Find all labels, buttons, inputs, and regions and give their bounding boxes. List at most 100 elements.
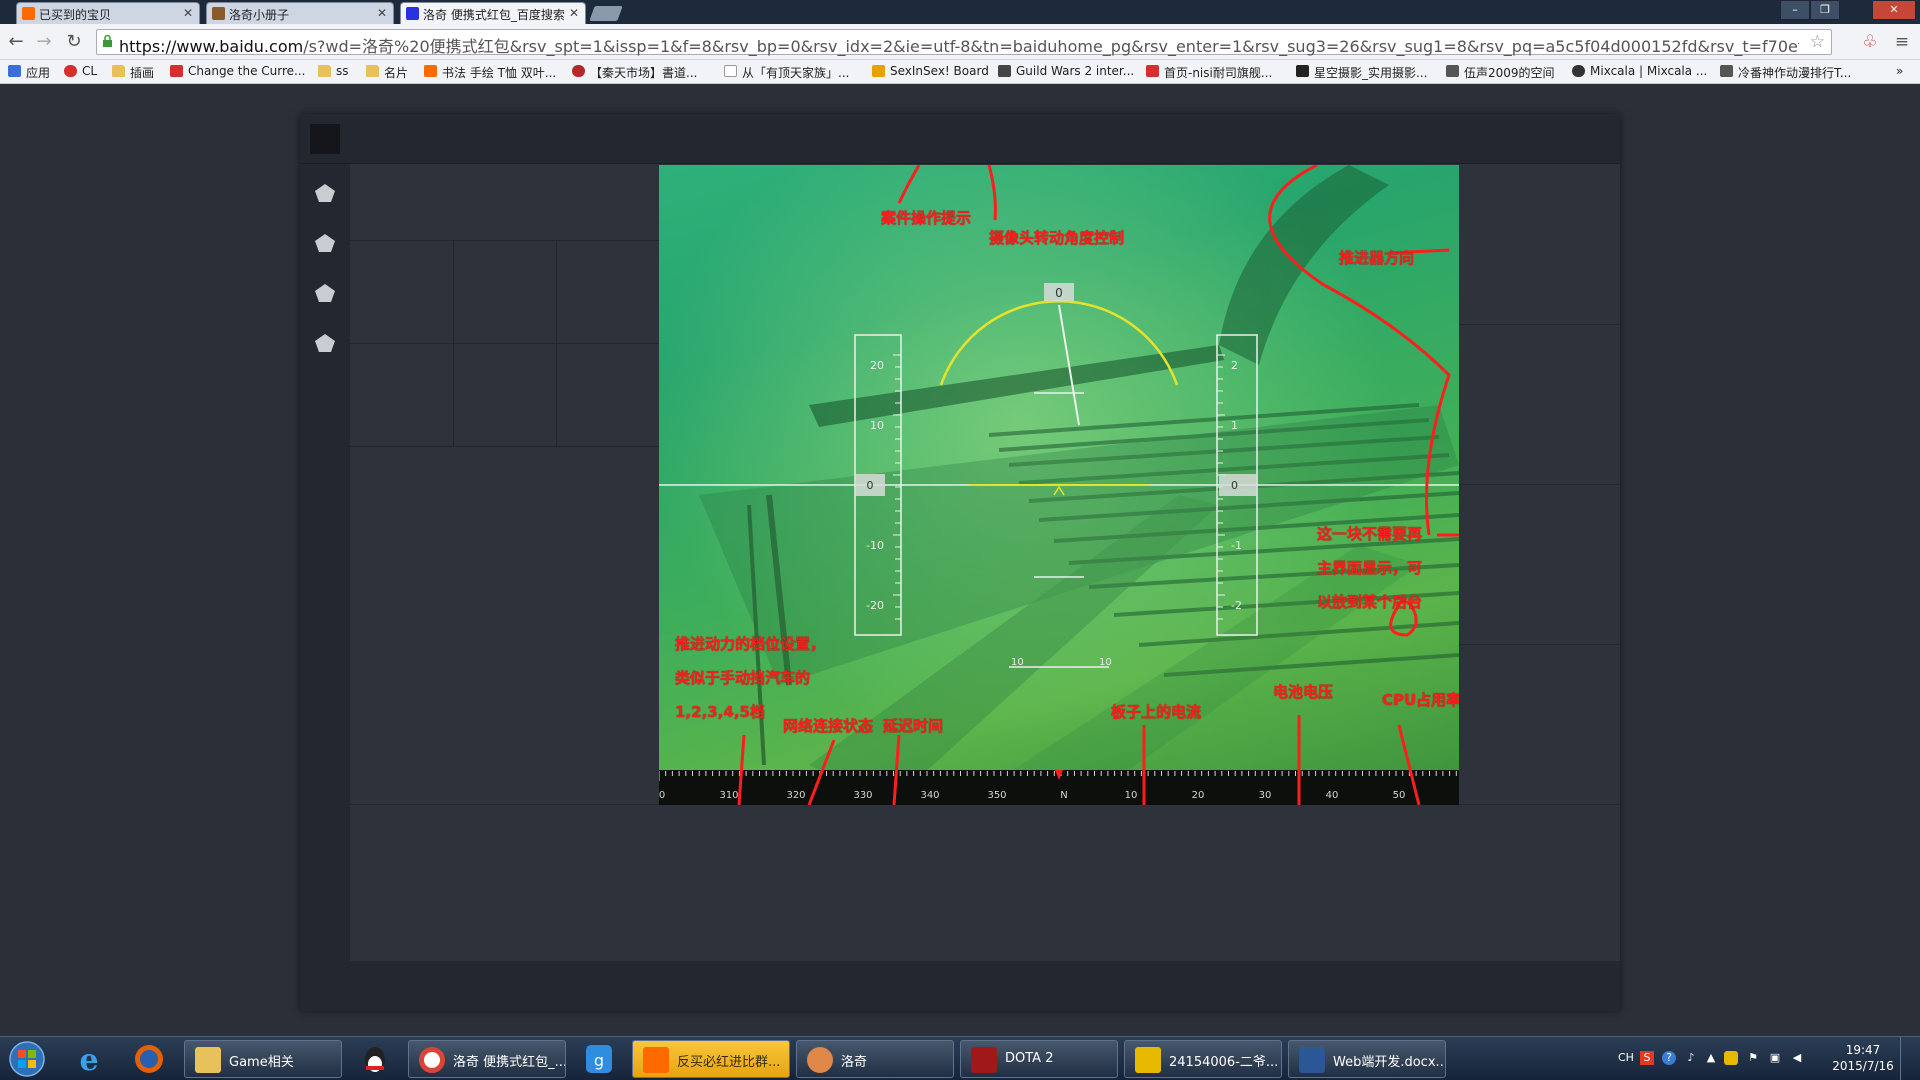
tab-mabinogi-booklet[interactable]: 洛奇小册子 ✕ [206,2,394,24]
compass-label: 10 [1125,790,1138,801]
grid-divider [1459,484,1620,485]
forward-icon[interactable]: → [32,30,56,54]
flag-icon[interactable]: ⚑ [1746,1051,1760,1065]
pentagon-icon[interactable] [314,182,336,204]
bookmark-family[interactable]: 从「有顶天家族」... [724,64,849,81]
bookmark-cl[interactable]: CL [64,64,97,78]
minimize-button[interactable]: – [1780,0,1810,20]
bookmark-star-icon[interactable]: ☆ [1810,32,1825,52]
bookmark-anime-rank[interactable]: 冷番神作动漫排行T... [1720,64,1851,81]
baidu-paw-icon [406,7,419,20]
bookmark-ss[interactable]: ss [318,64,349,78]
right-scale-marker[interactable] [1219,474,1257,496]
new-tab-button[interactable] [589,6,623,21]
bookmark-nisi[interactable]: 首页-nisi耐司旗舰... [1146,64,1272,81]
taskbar-item-chat[interactable]: 反买必红进比群... [632,1040,790,1078]
bookmark-label: 插画 [130,66,155,80]
close-tab-icon[interactable]: ✕ [183,6,193,20]
taskbar-item-label: Game相关 [229,1055,294,1070]
annotation-keys: 案件操作提示 [881,209,972,227]
annotation-network: 网络连接状态 [783,717,874,735]
bookmarks-bar: 应用 CL 插画 Change the Curre... ss 名片 书法 手绘… [0,60,1920,84]
annotation-battery: 电池电压 [1273,683,1334,701]
tab-purchased[interactable]: 已买到的宝贝 ✕ [16,2,200,24]
taskbar-item-word-doc[interactable]: Web端开发.docx... [1288,1040,1446,1078]
right-scale-label: -2 [1231,599,1242,612]
bookmark-star-photo[interactable]: 星空摄影_实用摄影... [1296,64,1427,81]
bookmark-guild-wars[interactable]: Guild Wars 2 inter... [998,64,1134,78]
bookmark-board[interactable]: SexInSex! Board [872,64,989,78]
clock-time: 19:47 [1845,1043,1881,1057]
restore-button[interactable]: ❐ [1810,0,1840,20]
signal-icon[interactable]: ♪ [1684,1051,1698,1065]
bookmark-label: CL [82,64,98,78]
compass-label: 310 [719,790,738,801]
taskbar-item-dota2[interactable]: DOTA 2 [960,1040,1118,1078]
firefox-icon[interactable] [124,1040,174,1078]
bookmark-label: Guild Wars 2 inter... [1016,64,1135,78]
start-button-icon[interactable] [4,1039,50,1079]
left-scale-label: 20 [870,359,884,372]
qq-icon [1135,1047,1161,1073]
internet-explorer-icon[interactable]: e [64,1040,114,1078]
booklet-icon [212,7,225,20]
clock[interactable]: 19:47 2015/7/16 [1832,1042,1894,1074]
pentagon-icon[interactable] [314,282,336,304]
bookmark-label: 【秦天市场】書道... [590,66,698,80]
left-scale-value: 0 [867,479,874,492]
qq-penguin-icon[interactable] [350,1040,400,1078]
taskbar-item-qq-chat[interactable]: 24154006-二爷... [1124,1040,1282,1078]
volume-icon[interactable]: ◀ [1790,1051,1804,1065]
address-bar[interactable]: https://www.baidu.com/s?wd=洛奇%20便携式红包&rs… [96,29,1832,56]
compass-label: 340 [920,790,939,801]
tray-expand-icon[interactable]: ▲ [1704,1051,1718,1065]
pentagon-icon[interactable] [314,232,336,254]
close-tab-icon[interactable]: ✕ [569,6,579,20]
network-icon[interactable]: ▣ [1768,1051,1782,1065]
sogou-ime-icon[interactable]: S [1640,1051,1654,1065]
bookmark-label: 星空摄影_实用摄影... [1314,66,1428,80]
menu-icon[interactable]: ≡ [1890,30,1914,54]
pentagon-icon[interactable] [314,332,336,354]
panel-footer [300,961,1620,1011]
back-icon[interactable]: ← [4,30,28,54]
right-scale-label: -1 [1231,539,1242,552]
bookmark-calligraphy[interactable]: 书法 手绘 T恤 双叶... [424,64,556,81]
help-icon[interactable]: ? [1662,1051,1676,1065]
close-tab-icon[interactable]: ✕ [377,6,387,20]
bookmark-mixcala[interactable]: Mixcala | Mixcala ... [1572,64,1707,78]
close-window-button[interactable]: ✕ [1872,0,1916,20]
site-icon [998,65,1011,77]
compass-label: 50 [1393,790,1406,801]
dota-icon [971,1047,997,1073]
bookmark-label: Mixcala | Mixcala ... [1590,64,1708,78]
page-icon [724,65,737,77]
compass-label: 330 [853,790,872,801]
reload-icon[interactable]: ↻ [62,30,86,54]
annotation-hide-2: 主界面显示，可 [1317,559,1423,577]
bookmark-space[interactable]: 伍声2009的空间 [1446,64,1555,81]
extension-icon[interactable]: ♧ [1858,30,1882,54]
taskbar-item-chrome[interactable]: 洛奇 便携式红包_... [408,1040,566,1078]
taskbar-item-game-folder[interactable]: Game相关 [184,1040,342,1078]
input-language-indicator[interactable]: CH [1618,1051,1634,1065]
taskbar-item-label: 24154006-二爷... [1169,1055,1279,1070]
right-scale-label: 2 [1231,359,1238,372]
bookmarks-overflow-button[interactable]: » [1896,64,1903,78]
site-icon [64,65,77,77]
bookmark-illustration[interactable]: 插画 [112,64,154,81]
taobao-icon [22,7,35,20]
tab-baidu-search[interactable]: 洛奇 便携式红包_百度搜索 ✕ [400,2,586,24]
bookmark-market[interactable]: 【秦天市场】書道... [572,64,697,81]
bookmark-change-currency[interactable]: Change the Curre... [170,64,305,78]
app-launcher-icon[interactable]: g [574,1040,624,1078]
bookmark-label: SexInSex! Board [890,64,989,78]
bookmark-business-card[interactable]: 名片 [366,64,408,81]
grid-divider [350,446,659,447]
taskbar-item-mabinogi[interactable]: 洛奇 [796,1040,954,1078]
show-desktop-button[interactable] [1900,1037,1920,1080]
bookmark-apps[interactable]: 应用 [8,64,50,81]
compass-label: 350 [987,790,1006,801]
rov-video-feed[interactable]: 0 10 10 20 10 -10 -20 0 2 1 -1 -2 0 0 31… [659,165,1459,805]
qq-tray-icon[interactable] [1724,1051,1738,1065]
